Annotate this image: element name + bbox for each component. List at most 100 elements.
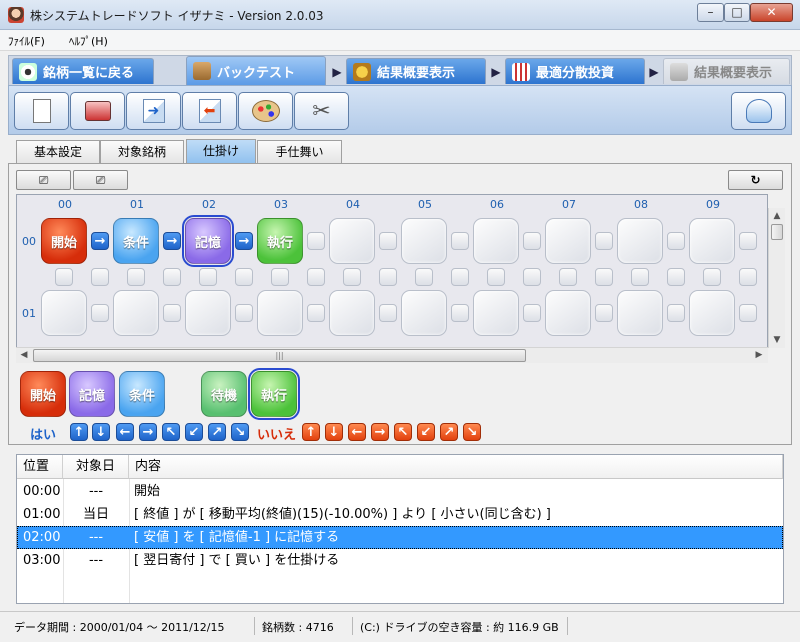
grid-connector-slot[interactable] [595, 268, 613, 286]
grid-cell[interactable] [617, 218, 663, 264]
grid-cell[interactable] [113, 290, 159, 336]
no-arrow-left-icon[interactable]: ← [348, 423, 366, 441]
grid-connector-slot[interactable] [163, 268, 181, 286]
tab-backtest[interactable]: バックテスト [186, 56, 326, 85]
grid-connector-slot[interactable] [739, 304, 757, 322]
grid-connector-slot[interactable] [595, 304, 613, 322]
grid-connector-slot[interactable] [739, 232, 757, 250]
cleanup-button[interactable] [731, 92, 786, 130]
grid-cell[interactable] [689, 290, 735, 336]
grid-connector-slot[interactable] [307, 304, 325, 322]
grid-connector-slot[interactable] [379, 268, 397, 286]
grid-connector-slot[interactable] [703, 268, 721, 286]
list-row[interactable]: 01:00 当日 [ 終値 ] が [ 移動平均(終値)(15)(-10.00%… [17, 503, 783, 526]
grid-connector-slot[interactable] [451, 232, 469, 250]
palette-block-execute[interactable]: 執行 [248, 368, 300, 420]
grid-horizontal-scrollbar[interactable]: ◀ ||| ▶ [16, 347, 768, 363]
no-arrow-up-right-icon[interactable]: ↗ [440, 423, 458, 441]
no-arrow-up-left-icon[interactable]: ↖ [394, 423, 412, 441]
grid-connector-slot[interactable] [307, 232, 325, 250]
new-button[interactable] [14, 92, 69, 130]
grid-connector-slot[interactable] [307, 268, 325, 286]
grid-connector-slot[interactable] [451, 304, 469, 322]
grid-connector-slot[interactable] [487, 268, 505, 286]
grid-cell[interactable] [473, 290, 519, 336]
close-button[interactable]: ✕ [750, 3, 793, 22]
grid-connector-slot[interactable] [523, 268, 541, 286]
menu-file[interactable]: ﾌｧｲﾙ(F) [8, 33, 45, 49]
grid-connector-slot[interactable] [523, 232, 541, 250]
export-button[interactable]: ➜ [126, 92, 181, 130]
col-header-target-day[interactable]: 対象日 [63, 455, 129, 479]
list-row[interactable]: 03:00 --- [ 翌日寄付 ] で [ 買い ] を仕掛ける [17, 549, 783, 572]
tab-result-summary[interactable]: 結果概要表示 [346, 58, 486, 84]
palette-block-wait[interactable]: 待機 [201, 371, 247, 417]
grid-connector-slot[interactable] [127, 268, 145, 286]
tools-button[interactable]: ✂ [294, 92, 349, 130]
yes-arrow-up-icon[interactable]: ↑ [70, 423, 88, 441]
menu-help[interactable]: ﾍﾙﾌﾟ(H) [69, 33, 108, 49]
import-button[interactable]: ⬅ [182, 92, 237, 130]
subtab-target-stocks[interactable]: 対象銘柄 [100, 140, 184, 164]
grid-connector-slot[interactable] [199, 268, 217, 286]
list-row[interactable]: 00:00 --- 開始 [17, 480, 783, 503]
delete-row-button[interactable]: ⎚ [73, 170, 128, 190]
color-settings-button[interactable] [238, 92, 293, 130]
no-arrow-up-icon[interactable]: ↑ [302, 423, 320, 441]
open-button[interactable] [70, 92, 125, 130]
yes-arrow-down-icon[interactable]: ↓ [92, 423, 110, 441]
col-header-position[interactable]: 位置 [17, 455, 63, 479]
grid-connector-slot[interactable] [451, 268, 469, 286]
tab-optimal-diversification[interactable]: 最適分散投資 [505, 58, 645, 84]
grid-connector-slot[interactable] [523, 304, 541, 322]
subtab-exit[interactable]: 手仕舞い [257, 140, 342, 164]
grid-connector-slot[interactable] [91, 304, 109, 322]
minimize-button[interactable]: – [697, 3, 724, 22]
grid-cell[interactable] [329, 290, 375, 336]
grid-connector-slot[interactable] [667, 268, 685, 286]
grid-cell[interactable] [473, 218, 519, 264]
grid-connector-slot[interactable] [91, 268, 109, 286]
grid-cell[interactable] [617, 290, 663, 336]
grid-cell[interactable] [401, 218, 447, 264]
yes-arrow-right-icon[interactable]: → [139, 423, 157, 441]
yes-arrow-up-right-icon[interactable]: ↗ [208, 423, 226, 441]
palette-block-memory[interactable]: 記憶 [69, 371, 115, 417]
scroll-down-icon[interactable]: ▼ [769, 332, 785, 348]
grid-connector-slot[interactable] [163, 304, 181, 322]
grid-connector-slot[interactable] [559, 268, 577, 286]
scroll-thumb[interactable] [771, 224, 783, 240]
grid-connector-slot[interactable] [235, 268, 253, 286]
insert-row-button[interactable]: ⎚ [16, 170, 71, 190]
tab-stock-list[interactable]: 銘柄一覧に戻る [12, 58, 154, 84]
grid-connector-slot[interactable] [379, 232, 397, 250]
grid-connector-slot[interactable] [379, 304, 397, 322]
grid-cell[interactable] [401, 290, 447, 336]
subtab-entry[interactable]: 仕掛け [186, 139, 256, 164]
grid-cell[interactable] [689, 218, 735, 264]
grid-connector-slot[interactable] [631, 268, 649, 286]
grid-vertical-scrollbar[interactable]: ▲ ▼ [768, 208, 785, 348]
col-header-content[interactable]: 内容 [129, 455, 783, 479]
grid-connector-slot[interactable] [235, 304, 253, 322]
grid-connector-slot[interactable] [271, 268, 289, 286]
grid-connector-slot[interactable] [343, 268, 361, 286]
palette-block-start[interactable]: 開始 [20, 371, 66, 417]
grid-connector-slot[interactable] [415, 268, 433, 286]
palette-block-condition[interactable]: 条件 [119, 371, 165, 417]
grid-connector-slot[interactable] [739, 268, 757, 286]
scroll-thumb[interactable]: ||| [33, 349, 526, 362]
grid-connector-slot[interactable] [667, 232, 685, 250]
no-arrow-down-icon[interactable]: ↓ [325, 423, 343, 441]
yes-arrow-up-left-icon[interactable]: ↖ [162, 423, 180, 441]
condition-list[interactable]: 位置 対象日 内容 00:00 --- 開始 01:00 当日 [ 終値 ] が… [16, 454, 784, 604]
grid-cell[interactable] [41, 290, 87, 336]
grid-connector-slot[interactable] [667, 304, 685, 322]
no-arrow-down-left-icon[interactable]: ↙ [417, 423, 435, 441]
flow-block-start[interactable]: 開始 [41, 218, 87, 264]
grid-connector-slot[interactable] [55, 268, 73, 286]
list-row-selected[interactable]: 02:00 --- [ 安値 ] を [ 記憶値-1 ] に記憶する [17, 526, 783, 549]
grid-cell[interactable] [329, 218, 375, 264]
scroll-right-icon[interactable]: ▶ [751, 348, 767, 363]
no-arrow-down-right-icon[interactable]: ↘ [463, 423, 481, 441]
